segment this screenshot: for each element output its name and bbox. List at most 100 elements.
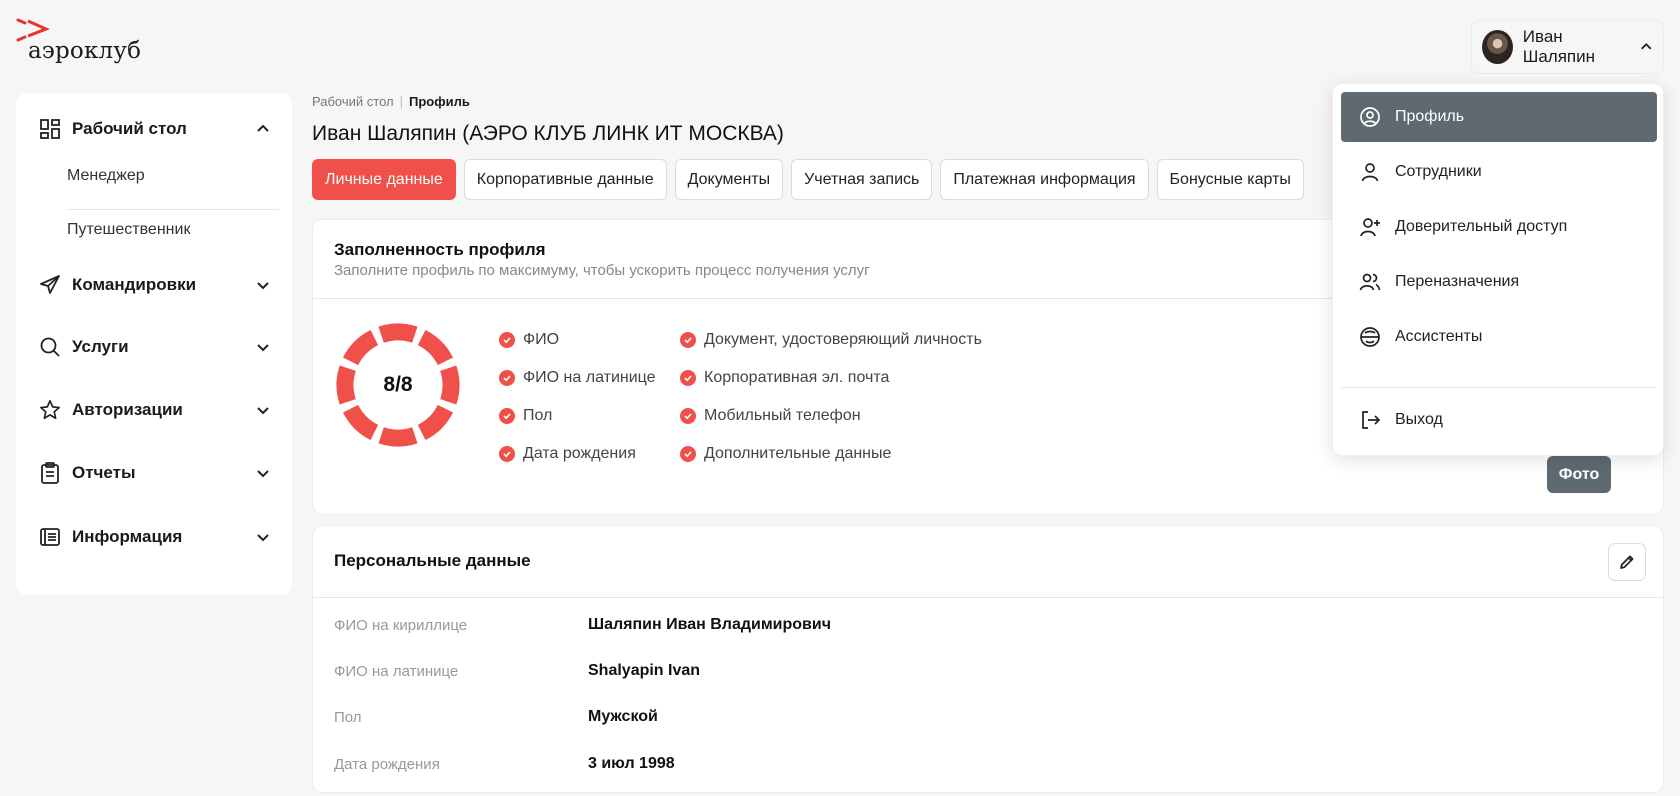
- card-subtitle: Заполните профиль по максимуму, чтобы ус…: [334, 262, 870, 279]
- check-circle-icon: [680, 370, 696, 386]
- send-icon: [38, 273, 62, 297]
- photo-button[interactable]: Фото: [1547, 456, 1611, 493]
- field-value: Мужской: [588, 708, 658, 725]
- card-title: Заполненность профиля: [334, 240, 546, 259]
- check-label: ФИО на латинице: [523, 369, 656, 386]
- chevron-down-icon: [257, 407, 269, 415]
- dashboard-icon: [38, 117, 62, 141]
- check-label: Корпоративная эл. почта: [704, 369, 890, 386]
- profile-tabs: Личные данные Корпоративные данные Докум…: [312, 159, 1304, 200]
- assistant-icon: [1360, 327, 1380, 347]
- check-circle-icon: [499, 408, 515, 424]
- check-label: Дата рождения: [523, 445, 636, 462]
- chevron-down-icon: [257, 282, 269, 290]
- sidebar-item-trips[interactable]: Командировки: [16, 265, 292, 305]
- check-circle-icon: [680, 408, 696, 424]
- check-label: Документ, удостоверяющий личность: [704, 331, 982, 348]
- menu-item-label: Профиль: [1395, 108, 1465, 125]
- menu-item-profile[interactable]: Профиль: [1341, 92, 1657, 142]
- menu-item-reassignments[interactable]: Переназначения: [1341, 257, 1657, 307]
- sidebar-item-label: Рабочий стол: [72, 119, 187, 138]
- field-value: Shalyapin Ivan: [588, 662, 701, 679]
- user-menu-button[interactable]: Иван Шаляпин: [1471, 20, 1664, 74]
- user-circle-icon: [1360, 107, 1380, 127]
- sidebar-subitem-traveler[interactable]: Путешественник: [67, 211, 279, 249]
- menu-item-trusted-access[interactable]: Доверительный доступ: [1341, 202, 1657, 252]
- sidebar-item-label: Отчеты: [72, 463, 136, 482]
- menu-item-label: Выход: [1395, 411, 1443, 428]
- sidebar-item-label: Командировки: [72, 275, 197, 294]
- chevron-up-icon: [257, 124, 269, 132]
- breadcrumb-link-dashboard[interactable]: Рабочий стол: [312, 94, 394, 109]
- check-item: Дополнительные данные: [680, 445, 891, 463]
- menu-item-label: Ассистенты: [1395, 328, 1483, 345]
- tab-payment-info[interactable]: Платежная информация: [940, 159, 1149, 200]
- sidebar-item-services[interactable]: Услуги: [16, 327, 292, 367]
- logo-text: аэроклуб: [28, 38, 142, 64]
- tab-documents[interactable]: Документы: [674, 159, 784, 200]
- tab-personal-data[interactable]: Личные данные: [312, 159, 456, 200]
- check-item: Корпоративная эл. почта: [680, 369, 889, 387]
- clipboard-icon: [38, 461, 62, 485]
- menu-item-logout[interactable]: Выход: [1341, 395, 1657, 445]
- field-label: Дата рождения: [334, 756, 440, 773]
- user-icon: [1361, 163, 1379, 182]
- chevron-up-icon: [1640, 43, 1651, 50]
- sidebar-item-dashboard[interactable]: Рабочий стол: [16, 109, 292, 149]
- sidebar-subitem-manager[interactable]: Менеджер: [67, 157, 279, 195]
- pencil-icon: [1620, 555, 1634, 569]
- menu-item-assistants[interactable]: Ассистенты: [1341, 312, 1657, 362]
- check-item: Пол: [499, 407, 552, 425]
- card-title: Персональные данные: [334, 551, 531, 570]
- field-label: ФИО на латинице: [334, 663, 459, 680]
- check-item: ФИО на латинице: [499, 369, 656, 387]
- users-icon: [1359, 273, 1381, 291]
- divider: [313, 597, 1663, 598]
- sidebar-item-information[interactable]: Информация: [16, 517, 292, 557]
- field-value: Шаляпин Иван Владимирович: [588, 616, 832, 633]
- tab-corporate-data[interactable]: Корпоративные данные: [463, 159, 667, 200]
- check-circle-icon: [499, 332, 515, 348]
- check-label: Пол: [523, 407, 553, 424]
- breadcrumb-current: Профиль: [409, 94, 470, 109]
- menu-item-label: Переназначения: [1395, 273, 1520, 290]
- user-dropdown-menu: Профиль Сотрудники Доверительный доступ …: [1332, 83, 1664, 456]
- check-circle-icon: [499, 370, 515, 386]
- menu-item-employees[interactable]: Сотрудники: [1341, 147, 1657, 197]
- divider: [67, 209, 279, 210]
- personal-data-card: Персональные данные ФИО на кириллице Шал…: [312, 525, 1664, 793]
- logout-icon: [1362, 411, 1381, 429]
- search-icon: [38, 335, 62, 359]
- check-item: Дата рождения: [499, 445, 636, 463]
- menu-item-label: Доверительный доступ: [1395, 218, 1568, 235]
- field-label: ФИО на кириллице: [334, 617, 468, 634]
- chevron-down-icon: [257, 344, 269, 352]
- user-name: Иван Шаляпин: [1522, 27, 1596, 66]
- check-label: Дополнительные данные: [704, 445, 892, 462]
- logo[interactable]: аэроклуб: [16, 18, 141, 66]
- sidebar-item-reports[interactable]: Отчеты: [16, 453, 292, 493]
- completeness-score: 8/8: [383, 373, 413, 396]
- page-title: Иван Шаляпин (АЭРО КЛУБ ЛИНК ИТ МОСКВА): [312, 122, 784, 145]
- tab-account[interactable]: Учетная запись: [791, 159, 933, 200]
- sidebar-item-authorizations[interactable]: Авторизации: [16, 390, 292, 430]
- check-item: ФИО: [499, 331, 559, 349]
- avatar: [1482, 30, 1513, 64]
- star-icon: [38, 398, 62, 422]
- info-list-icon: [38, 525, 62, 549]
- edit-button[interactable]: [1608, 543, 1646, 581]
- check-circle-icon: [680, 446, 696, 462]
- field-value: 3 июл 1998: [588, 755, 675, 772]
- breadcrumb-separator: |: [399, 94, 403, 109]
- check-item: Документ, удостоверяющий личность: [680, 331, 982, 349]
- chevron-down-icon: [257, 470, 269, 478]
- check-circle-icon: [680, 332, 696, 348]
- sidebar-item-label: Услуги: [72, 337, 129, 356]
- sidebar: Рабочий стол Менеджер Путешественник Ком…: [16, 93, 292, 595]
- check-item: Мобильный телефон: [680, 407, 861, 425]
- menu-item-label: Сотрудники: [1395, 163, 1482, 180]
- field-label: Пол: [334, 709, 362, 726]
- check-label: ФИО: [523, 331, 560, 348]
- sidebar-item-label: Информация: [72, 527, 183, 546]
- tab-bonus-cards[interactable]: Бонусные карты: [1156, 159, 1304, 200]
